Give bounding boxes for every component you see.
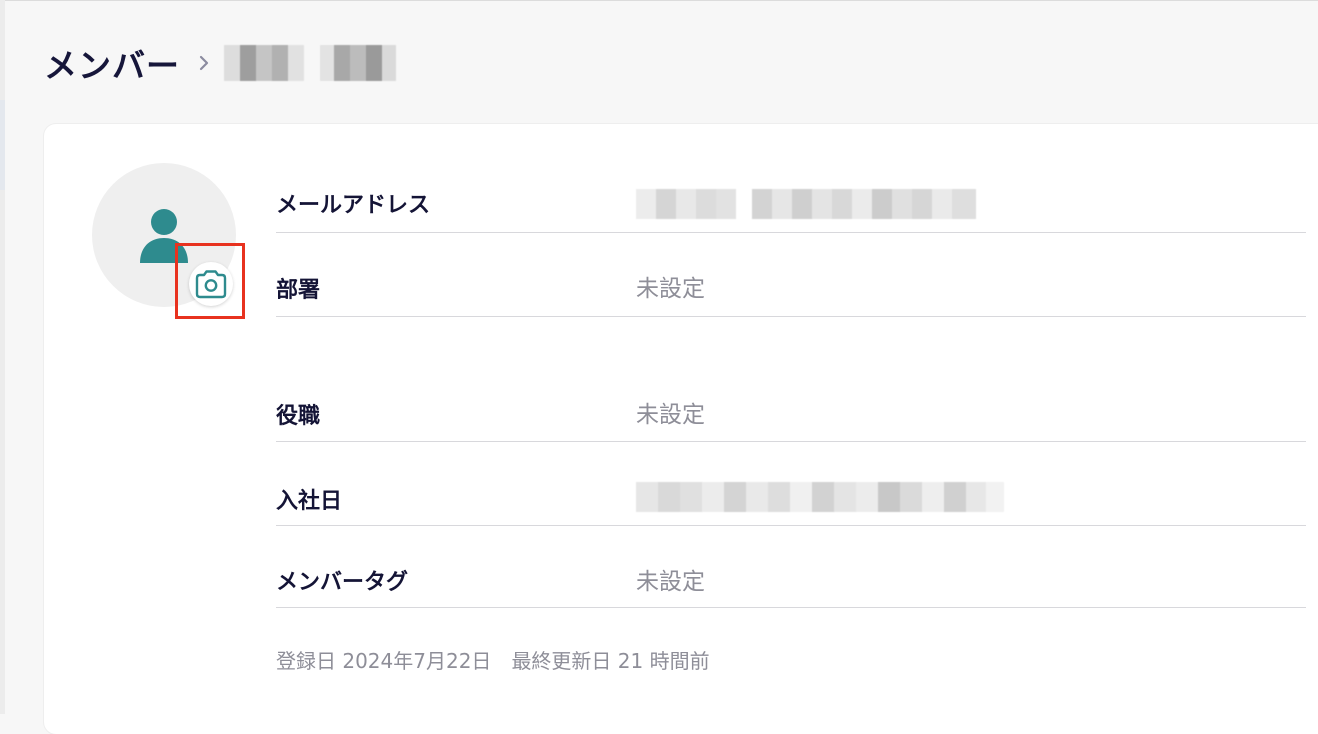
last-updated: 最終更新日 21 時間前 (511, 649, 710, 673)
breadcrumb-members-link[interactable]: メンバー (44, 39, 180, 87)
chevron-right-icon (198, 54, 210, 72)
email-value-redacted (636, 189, 976, 219)
email-row: メールアドレス (276, 148, 1306, 233)
department-label: 部署 (276, 278, 321, 303)
breadcrumb-member-name (224, 45, 396, 81)
join-date-label: 入社日 (276, 489, 343, 514)
breadcrumb: メンバー (44, 38, 396, 88)
department-value[interactable]: 未設定 (636, 269, 705, 303)
position-row[interactable]: 役職 未設定 (276, 357, 1306, 442)
email-label: メールアドレス (276, 193, 431, 218)
redacted-name-part (224, 45, 304, 81)
join-date-row: 入社日 (276, 441, 1306, 526)
person-icon (140, 209, 188, 263)
record-timestamps: 登録日 2024年7月22日 最終更新日 21 時間前 (276, 645, 710, 674)
top-border (0, 0, 1318, 1)
member-tag-label: メンバータグ (276, 570, 409, 595)
member-tag-value[interactable]: 未設定 (636, 562, 705, 596)
redacted-name-part (320, 45, 396, 81)
department-row[interactable]: 部署 未設定 (276, 232, 1306, 317)
position-label: 役職 (276, 404, 321, 429)
camera-icon (195, 270, 227, 299)
left-edge (0, 0, 5, 714)
change-avatar-button[interactable] (189, 262, 233, 306)
registered-date: 登録日 2024年7月22日 (276, 649, 492, 673)
position-value[interactable]: 未設定 (636, 395, 705, 429)
join-date-value-redacted (636, 482, 1004, 512)
member-tag-row[interactable]: メンバータグ 未設定 (276, 523, 1306, 608)
